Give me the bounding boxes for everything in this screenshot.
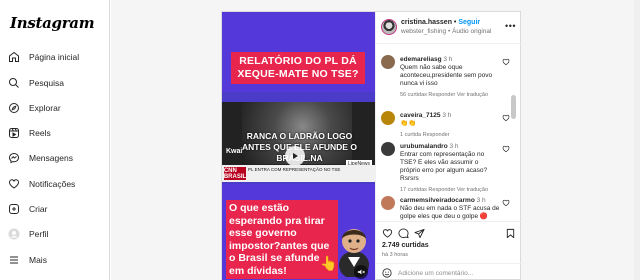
nav-item-more[interactable]: Mais bbox=[8, 251, 47, 269]
comment-text: Entrar com representação no TSE? E eles … bbox=[400, 151, 488, 182]
comment-meta[interactable]: 56 curtidas Responder Ver tradução bbox=[400, 91, 500, 99]
nav-item-search[interactable]: Pesquisa bbox=[8, 74, 64, 92]
nav-item-label: Perfil bbox=[29, 229, 49, 239]
nav-item-home[interactable]: Página inicial bbox=[8, 48, 79, 66]
news-ticker: PL ENTRA COM REPRESENTAÇÃO NO TSE bbox=[248, 167, 341, 172]
avatar-icon bbox=[8, 228, 20, 240]
comment-username[interactable]: edemareliasg bbox=[400, 56, 442, 63]
comment-username[interactable]: carmemsilveiradocarmo bbox=[400, 197, 475, 204]
comment-time: 3 h bbox=[449, 143, 459, 150]
comment-body: edemareliasg 3 h Quem não sabe oque acon… bbox=[400, 56, 500, 99]
separator-dot: • bbox=[453, 19, 457, 26]
comment-username[interactable]: urubumalandro bbox=[400, 143, 448, 150]
comment-time: 3 h bbox=[442, 112, 452, 119]
comment-composer bbox=[376, 263, 522, 280]
comment-meta[interactable]: 1 curtida Responder bbox=[400, 131, 500, 139]
page-scrollbar[interactable] bbox=[634, 0, 640, 280]
comment-avatar[interactable] bbox=[381, 196, 395, 210]
comment-text: 👏👏 bbox=[400, 120, 417, 127]
nav-item-label: Pesquisa bbox=[29, 78, 64, 88]
like-comment-icon[interactable] bbox=[502, 58, 510, 66]
post-media[interactable]: RELATÓRIO DO PL DÁ XEQUE-MATE NO TSE? Kw… bbox=[222, 12, 375, 280]
post-details-panel: cristina.hassen • Seguir webster_fishing… bbox=[375, 12, 522, 280]
network-logo: CNN BRASIL bbox=[223, 167, 247, 180]
author-line: cristina.hassen • Seguir bbox=[401, 19, 480, 26]
comment-body: urubumalandro 3 h Entrar com representaç… bbox=[400, 143, 500, 194]
like-icon[interactable] bbox=[382, 228, 393, 239]
nav-item-label: Reels bbox=[29, 128, 51, 138]
compass-icon bbox=[8, 102, 20, 114]
plus-square-icon bbox=[8, 203, 20, 215]
post-actions bbox=[376, 221, 522, 243]
post-header: cristina.hassen • Seguir webster_fishing… bbox=[376, 12, 522, 44]
nav-item-label: Mais bbox=[29, 255, 47, 265]
more-options-icon[interactable]: ••• bbox=[505, 21, 516, 31]
comment-avatar[interactable] bbox=[381, 111, 395, 125]
pointing-hand-icon: 👆 bbox=[320, 255, 338, 271]
share-icon[interactable] bbox=[414, 228, 425, 239]
like-comment-icon[interactable] bbox=[502, 145, 510, 153]
post-card: RELATÓRIO DO PL DÁ XEQUE-MATE NO TSE? Kw… bbox=[221, 11, 522, 280]
reels-icon bbox=[8, 127, 20, 139]
like-comment-icon[interactable] bbox=[502, 114, 510, 122]
nav-item-label: Explorar bbox=[29, 103, 61, 113]
heart-icon bbox=[8, 178, 20, 190]
nav-item-messages[interactable]: Mensagens bbox=[8, 149, 73, 167]
nav-item-label: Criar bbox=[29, 204, 48, 214]
comment-avatar[interactable] bbox=[381, 55, 395, 69]
comment-icon[interactable] bbox=[398, 228, 409, 239]
nav-item-reels[interactable]: Reels bbox=[8, 124, 51, 142]
comments-list: edemareliasg 3 h Quem não sabe oque acon… bbox=[376, 45, 516, 221]
nav-item-explore[interactable]: Explorar bbox=[8, 99, 61, 117]
likes-count[interactable]: 2.749 curtidas bbox=[382, 242, 429, 249]
like-comment-icon[interactable] bbox=[502, 199, 510, 207]
follow-button[interactable]: Seguir bbox=[458, 19, 480, 26]
author-username[interactable]: cristina.hassen bbox=[401, 19, 452, 26]
audio-source[interactable]: webster_fishing • Áudio original bbox=[401, 28, 491, 35]
embedded-video[interactable]: Kwai RANCA O LADRÃO LOGO ANTES QUE ELE A… bbox=[222, 102, 375, 182]
comment-avatar[interactable] bbox=[381, 142, 395, 156]
nav-item-label: Notificações bbox=[29, 179, 76, 189]
nav-item-notifications[interactable]: Notificações bbox=[8, 175, 75, 193]
nav-item-profile[interactable]: Perfil bbox=[8, 225, 48, 243]
comment-body: caveira_7125 3 h 👏👏 1 curtida Responder bbox=[400, 112, 500, 139]
search-icon bbox=[8, 77, 20, 89]
news-lower-third: CNN BRASIL PL ENTRA COM REPRESENTAÇÃO NO… bbox=[222, 165, 375, 182]
media-headline-top: RELATÓRIO DO PL DÁ XEQUE-MATE NO TSE? bbox=[231, 52, 365, 84]
nav-item-label: Página inicial bbox=[29, 52, 80, 62]
comments-scrollbar[interactable] bbox=[511, 95, 516, 119]
comment-meta[interactable]: 17 curtidas Responder Ver tradução bbox=[400, 186, 500, 194]
sidebar-nav: Instagram Página inicial Pesquisa Explor… bbox=[0, 0, 110, 280]
nav-item-label: Mensagens bbox=[29, 153, 73, 163]
comment-input[interactable] bbox=[398, 267, 508, 279]
home-icon bbox=[8, 51, 20, 63]
nav-item-create[interactable]: Criar bbox=[8, 200, 47, 218]
comment-username[interactable]: caveira_7125 bbox=[400, 112, 441, 119]
instagram-logo[interactable]: Instagram bbox=[10, 14, 95, 32]
messenger-icon bbox=[8, 152, 20, 164]
comment-time: 3 h bbox=[476, 197, 486, 204]
comment-time: 3 h bbox=[443, 56, 453, 63]
menu-icon bbox=[8, 254, 20, 266]
comment-text: Quem não sabe oque aconteceu,presidente … bbox=[400, 64, 493, 87]
author-avatar[interactable] bbox=[381, 19, 397, 35]
play-icon[interactable] bbox=[285, 146, 305, 166]
comment-body: carmemsilveiradocarmo 3 h Não deu em nad… bbox=[400, 197, 500, 221]
mute-icon[interactable] bbox=[354, 265, 368, 279]
emoji-icon[interactable] bbox=[382, 268, 392, 278]
comment-text: Não deu em nada o STF acusa de golpe ele… bbox=[400, 205, 500, 220]
post-time: há 3 horas bbox=[382, 252, 408, 258]
save-icon[interactable] bbox=[505, 228, 516, 239]
